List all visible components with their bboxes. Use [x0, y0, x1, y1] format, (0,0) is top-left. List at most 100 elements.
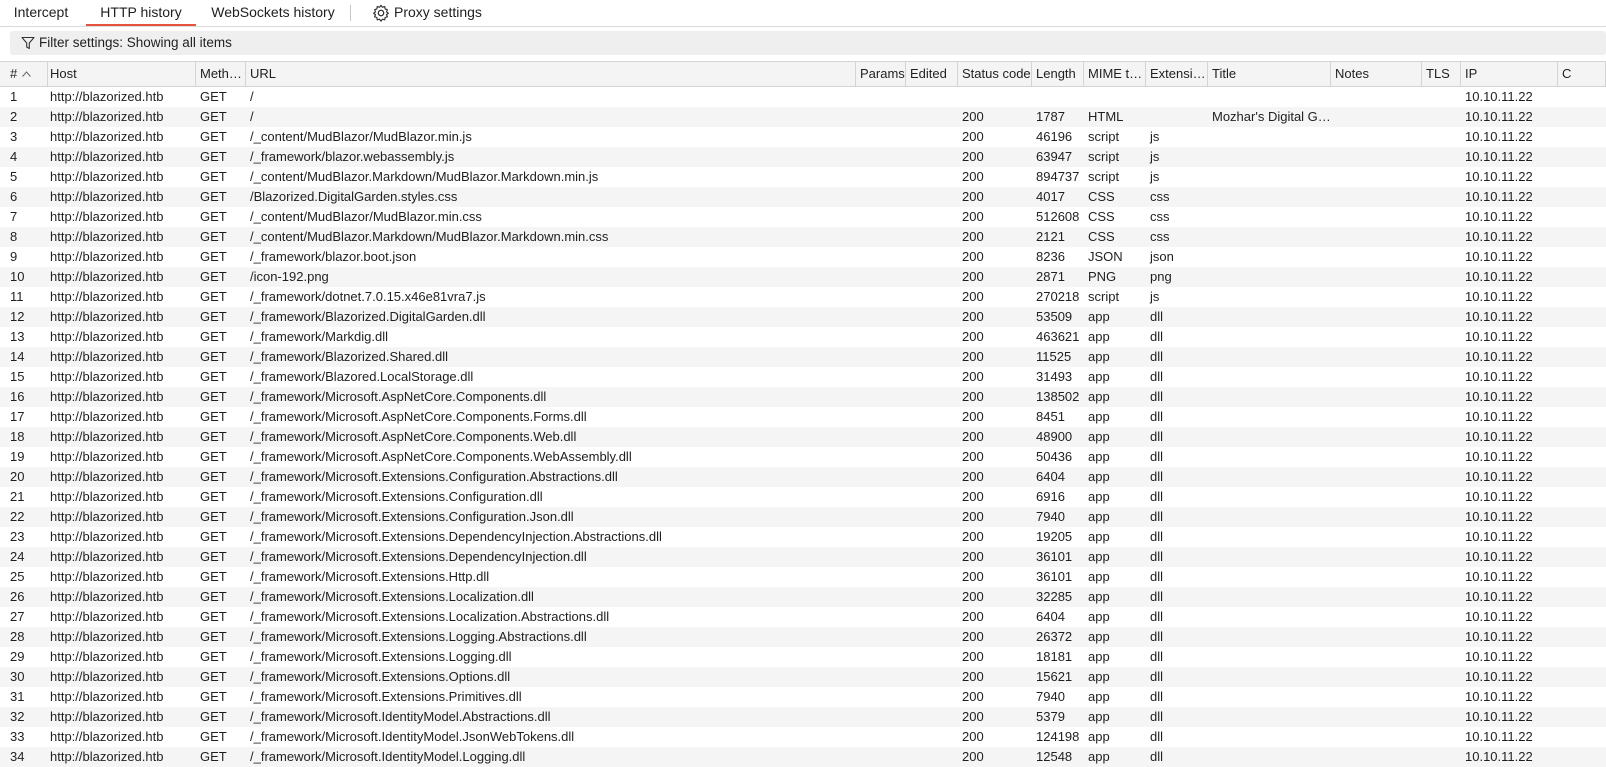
table-row[interactable]: 29 http://blazorized.htb GET /_framework/Mi…	[0, 647, 1606, 667]
col-host-header[interactable]: Host	[46, 62, 196, 86]
cell-host: http://blazorized.htb	[50, 209, 164, 224]
col-status-code-header[interactable]: Status code	[958, 62, 1032, 86]
table-row[interactable]: 34 http://blazorized.htb GET /_framework/Mi…	[0, 747, 1606, 767]
cell-number: 34	[10, 749, 25, 764]
table-row[interactable]: 23 http://blazorized.htb GET /_framework/Mi…	[0, 527, 1606, 547]
cell-extension: dll	[1150, 509, 1164, 524]
table-row[interactable]: 9 http://blazorized.htb GET /_framework/bla…	[0, 247, 1606, 267]
cell-cookies	[1558, 167, 1606, 187]
table-row[interactable]: 16 http://blazorized.htb GET /_framework/Mi…	[0, 387, 1606, 407]
cell-params	[856, 687, 906, 707]
cell-title	[1208, 727, 1331, 747]
cell-host: http://blazorized.htb	[50, 189, 164, 204]
table-row[interactable]: 6 http://blazorized.htb GET/Blazorized.Dig…	[0, 187, 1606, 207]
table-row[interactable]: 13 http://blazorized.htb GET /_framework/Ma…	[0, 327, 1606, 347]
cell-notes	[1331, 347, 1422, 367]
table-row[interactable]: 14 http://blazorized.htb GET /_framework/Bl…	[0, 347, 1606, 367]
tab-http-history[interactable]: HTTP history	[86, 0, 196, 26]
cell-title	[1208, 187, 1331, 207]
table-row[interactable]: 8 http://blazorized.htb GET /_content/MudBl…	[0, 227, 1606, 247]
table-row[interactable]: 10 http://blazorized.htb GET/icon-192.png 2…	[0, 267, 1606, 287]
col-tls-header[interactable]: TLS	[1422, 62, 1461, 86]
cell-cookies	[1558, 227, 1606, 247]
table-row[interactable]: 31 http://blazorized.htb GET /_framework/Mi…	[0, 687, 1606, 707]
cell-title	[1208, 647, 1331, 667]
cell-params	[856, 127, 906, 147]
cell-host: http://blazorized.htb	[50, 689, 164, 704]
table-row[interactable]: 15 http://blazorized.htb GET /_framework/Bl…	[0, 367, 1606, 387]
col-length-header[interactable]: Length	[1032, 62, 1084, 86]
cell-extension: dll	[1150, 449, 1164, 464]
col-edited-header[interactable]: Edited	[906, 62, 958, 86]
table-row[interactable]: 27 http://blazorized.htb GET /_framework/Mi…	[0, 607, 1606, 627]
cell-method: GET	[200, 529, 227, 544]
col-mime-type-header[interactable]: MIME t…	[1084, 62, 1146, 86]
table-row[interactable]: 7 http://blazorized.htb GET /_content/MudBl…	[0, 207, 1606, 227]
tab-intercept[interactable]: Intercept	[4, 0, 78, 25]
cell-tls	[1422, 407, 1461, 427]
cell-tls	[1422, 167, 1461, 187]
table-row[interactable]: 3 http://blazorized.htb GET /_content/MudBl…	[0, 127, 1606, 147]
cell-ip: 10.10.11.22	[1465, 309, 1533, 324]
table-row[interactable]: 18 http://blazorized.htb GET /_framework/Mi…	[0, 427, 1606, 447]
cell-ip: 10.10.11.22	[1465, 489, 1533, 504]
col-ip-header[interactable]: IP	[1461, 62, 1558, 86]
table-row[interactable]: 5 http://blazorized.htb GET /_content/MudBl…	[0, 167, 1606, 187]
table-row[interactable]: 12 http://blazorized.htb GET /_framework/Bl…	[0, 307, 1606, 327]
gear-icon[interactable]	[372, 4, 390, 22]
cell-number: 4	[10, 149, 18, 164]
cell-length	[1032, 87, 1084, 107]
cell-url: /_framework/Microsoft.AspNetCore.Compone…	[250, 449, 632, 464]
cell-length: 2871	[1036, 269, 1065, 284]
tab-websockets-history[interactable]: WebSockets history	[203, 0, 343, 25]
cell-host: http://blazorized.htb	[50, 229, 164, 244]
cell-status-code: 200	[962, 449, 984, 464]
cell-url: /_framework/Microsoft.Extensions.Logging…	[250, 629, 587, 644]
cell-cookies	[1558, 127, 1606, 147]
col-extension-header[interactable]: Extensi…	[1146, 62, 1208, 86]
cell-length: 36101	[1036, 549, 1073, 564]
cell-length: 46196	[1036, 129, 1073, 144]
cell-params	[856, 507, 906, 527]
cell-url: /_framework/Markdig.dll	[250, 329, 388, 344]
table-row[interactable]: 22 http://blazorized.htb GET /_framework/Mi…	[0, 507, 1606, 527]
cell-length: 32285	[1036, 589, 1073, 604]
table-row[interactable]: 1 http://blazorized.htb GET / 10.10.11.22	[0, 87, 1606, 107]
cell-mime-type: app	[1088, 549, 1110, 564]
col-cookies-header[interactable]: C	[1558, 62, 1606, 86]
cell-cookies	[1558, 207, 1606, 227]
table-row[interactable]: 24 http://blazorized.htb GET /_framework/Mi…	[0, 547, 1606, 567]
col-params-header[interactable]: Params	[856, 62, 906, 86]
table-row[interactable]: 21 http://blazorized.htb GET /_framework/Mi…	[0, 487, 1606, 507]
col-title-header[interactable]: Title	[1208, 62, 1331, 86]
table-row[interactable]: 2 http://blazorized.htb GET / 200 1787 HTML Moz…	[0, 107, 1606, 127]
cell-title	[1208, 567, 1331, 587]
filter-settings-bar[interactable]: Filter settings: Showing all items	[10, 31, 1606, 55]
col-url-header[interactable]: URL	[246, 62, 856, 86]
tab-proxy-settings[interactable]: Proxy settings	[394, 0, 484, 25]
table-row[interactable]: 30 http://blazorized.htb GET /_framework/Mi…	[0, 667, 1606, 687]
col-notes-header[interactable]: Notes	[1331, 62, 1422, 86]
table-row[interactable]: 28 http://blazorized.htb GET /_framework/Mi…	[0, 627, 1606, 647]
cell-edited	[906, 267, 958, 287]
cell-edited	[906, 687, 958, 707]
table-row[interactable]: 20 http://blazorized.htb GET /_framework/Mi…	[0, 467, 1606, 487]
cell-method: GET	[200, 409, 227, 424]
table-row[interactable]: 25 http://blazorized.htb GET /_framework/Mi…	[0, 567, 1606, 587]
table-row[interactable]: 32 http://blazorized.htb GET /_framework/Mi…	[0, 707, 1606, 727]
cell-length: 50436	[1036, 449, 1073, 464]
cell-status-code: 200	[962, 129, 984, 144]
table-row[interactable]: 26 http://blazorized.htb GET /_framework/Mi…	[0, 587, 1606, 607]
cell-number: 27	[10, 609, 25, 624]
table-row[interactable]: 17 http://blazorized.htb GET /_framework/Mi…	[0, 407, 1606, 427]
table-row[interactable]: 19 http://blazorized.htb GET /_framework/Mi…	[0, 447, 1606, 467]
cell-extension: dll	[1150, 369, 1164, 384]
col-method-header[interactable]: Meth…	[196, 62, 246, 86]
cell-method: GET	[200, 489, 227, 504]
table-row[interactable]: 33 http://blazorized.htb GET /_framework/Mi…	[0, 727, 1606, 747]
table-row[interactable]: 4 http://blazorized.htb GET /_framework/bla…	[0, 147, 1606, 167]
cell-edited	[906, 527, 958, 547]
tab-divider	[350, 5, 351, 21]
cell-params	[856, 87, 906, 107]
table-row[interactable]: 11 http://blazorized.htb GET /_framework/do…	[0, 287, 1606, 307]
